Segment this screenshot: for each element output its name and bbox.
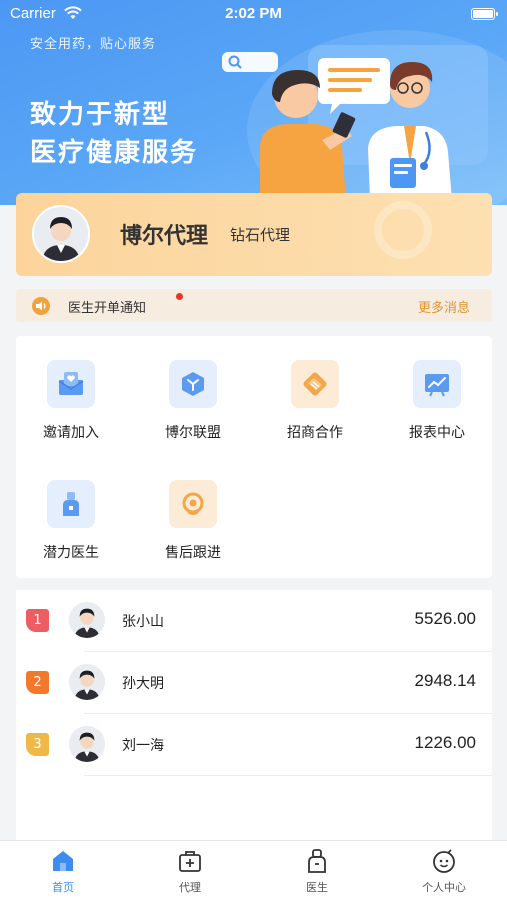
alliance-icon xyxy=(169,360,217,408)
feature-grid: 邀请加入 博尔联盟 招商合作 报表中心 潜力医生 售后跟进 xyxy=(16,336,492,578)
header-banner[interactable]: Carrier 2:02 PM 安全用药，贴心服务 致力于新型 医疗健康服务 xyxy=(0,0,507,205)
doctor-tab-icon xyxy=(254,847,380,875)
avatar xyxy=(69,726,105,762)
notice-bar[interactable]: 医生开单通知 更多消息 xyxy=(16,289,492,322)
rank-amount: 2948.14 xyxy=(414,671,476,690)
avatar xyxy=(69,602,105,638)
decorative-ring xyxy=(374,201,432,259)
divider xyxy=(84,775,492,776)
avatar xyxy=(69,664,105,700)
banner-headline: 致力于新型 医疗健康服务 xyxy=(30,96,198,172)
feature-label: 潜力医生 xyxy=(43,545,99,561)
status-bar: Carrier 2:02 PM xyxy=(0,0,507,28)
home-icon xyxy=(0,847,126,875)
feature-alliance[interactable]: 博尔联盟 xyxy=(138,360,248,442)
feature-label: 招商合作 xyxy=(287,425,343,441)
rank-user-name: 孙大明 xyxy=(122,676,164,692)
feature-label: 售后跟进 xyxy=(165,545,221,561)
feature-label: 报表中心 xyxy=(409,425,465,441)
rank-user-name: 张小山 xyxy=(122,614,164,630)
headline-line-1: 致力于新型 xyxy=(30,100,171,130)
profile-icon xyxy=(381,847,507,875)
rank-badge: 3 xyxy=(26,733,49,756)
doctor-icon xyxy=(47,480,95,528)
agent-name: 博尔代理 xyxy=(120,224,209,249)
speaker-icon xyxy=(32,297,50,315)
tab-agent[interactable]: 代理 xyxy=(127,847,253,895)
invite-icon xyxy=(47,360,95,408)
unread-dot xyxy=(176,293,183,300)
clock: 2:02 PM xyxy=(225,5,282,22)
agent-ranking-list: 1 张小山 5526.00 2 孙大明 2948.14 3 刘一海 1226.0… xyxy=(16,590,492,840)
doctor-consultation-illustration xyxy=(222,45,488,200)
list-item[interactable]: 3 刘一海 1226.00 xyxy=(16,714,492,776)
tab-label: 代理 xyxy=(179,881,201,894)
headline-line-2: 医疗健康服务 xyxy=(30,138,199,168)
rank-badge: 2 xyxy=(26,671,49,694)
cooperation-icon xyxy=(291,360,339,408)
list-item[interactable]: 1 张小山 5526.00 xyxy=(16,590,492,652)
tab-label: 个人中心 xyxy=(422,881,466,894)
avatar[interactable] xyxy=(32,205,90,263)
bottom-tab-bar: 首页 代理 医生 个人中心 xyxy=(0,840,507,900)
tab-label: 医生 xyxy=(306,881,328,894)
agent-profile-card[interactable]: 博尔代理 钻石代理 xyxy=(16,193,492,276)
tab-doctor[interactable]: 医生 xyxy=(254,847,380,895)
rank-user-name: 刘一海 xyxy=(122,738,164,754)
rank-amount: 1226.00 xyxy=(414,733,476,752)
report-icon xyxy=(413,360,461,408)
feature-after-sales[interactable]: 售后跟进 xyxy=(138,480,248,562)
list-item[interactable]: 2 孙大明 2948.14 xyxy=(16,652,492,714)
agent-level-badge: 钻石代理 xyxy=(230,226,291,244)
feature-report[interactable]: 报表中心 xyxy=(382,360,492,442)
agent-icon xyxy=(127,847,253,875)
banner-slogan: 安全用药，贴心服务 xyxy=(30,37,157,52)
feature-label: 博尔联盟 xyxy=(165,425,221,441)
feature-potential-doctor[interactable]: 潜力医生 xyxy=(16,480,126,562)
tab-home[interactable]: 首页 xyxy=(0,847,126,895)
tab-profile[interactable]: 个人中心 xyxy=(381,847,507,895)
after-sales-icon xyxy=(169,480,217,528)
notice-text: 医生开单通知 xyxy=(68,301,147,316)
rank-amount: 5526.00 xyxy=(414,609,476,628)
tab-label: 首页 xyxy=(52,881,74,894)
more-messages-link[interactable]: 更多消息 xyxy=(418,297,470,316)
battery-icon xyxy=(471,8,498,20)
feature-cooperation[interactable]: 招商合作 xyxy=(260,360,370,442)
feature-label: 邀请加入 xyxy=(43,425,99,441)
rank-badge: 1 xyxy=(26,609,49,632)
feature-invite[interactable]: 邀请加入 xyxy=(16,360,126,442)
